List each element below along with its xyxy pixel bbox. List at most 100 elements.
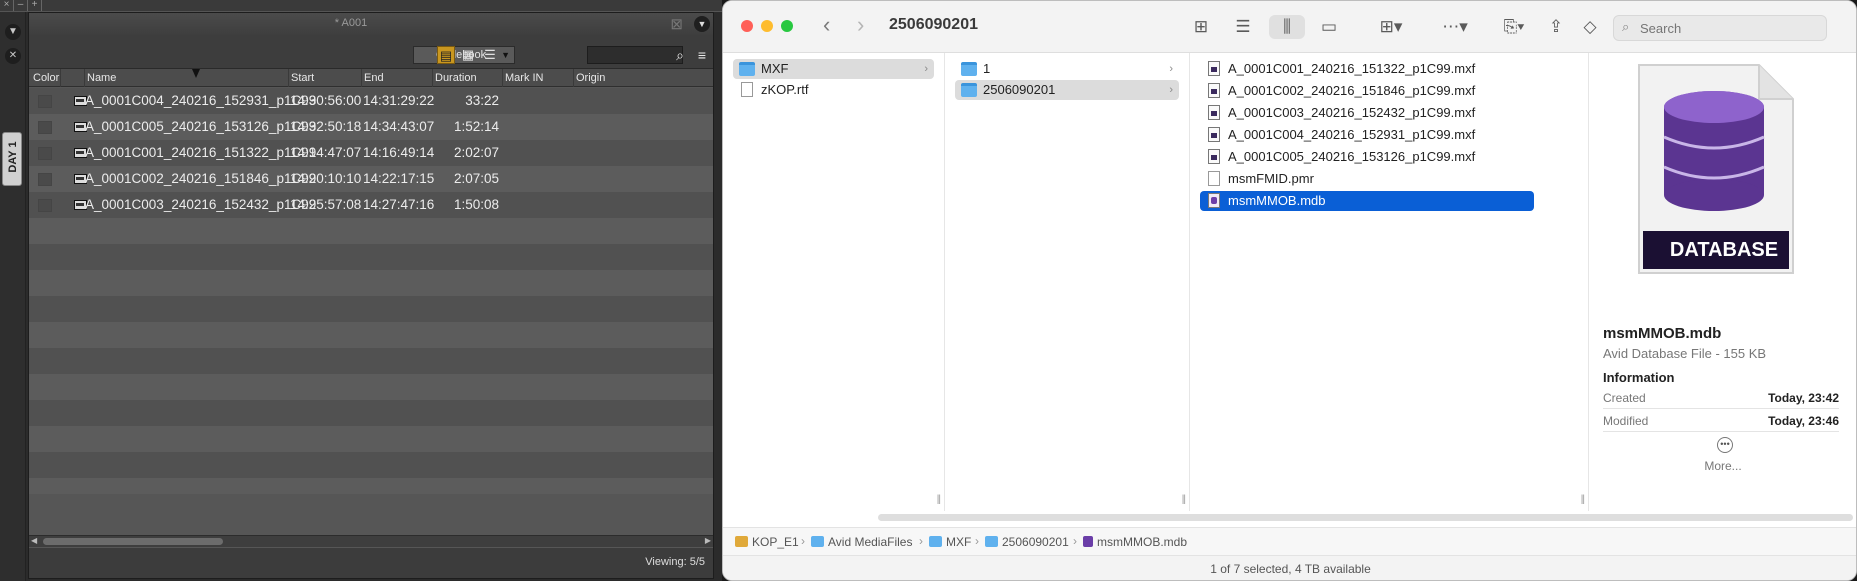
modified-row: Modified Today, 23:46 <box>1603 410 1839 432</box>
scroll-left-icon[interactable]: ◀ <box>31 536 37 545</box>
close-window-button[interactable] <box>741 20 753 32</box>
chevron-right-icon: › <box>801 534 805 548</box>
folder-icon <box>961 62 977 76</box>
tag-edit-icon[interactable]: ⎘▾ <box>1495 15 1533 39</box>
column-resize-handle[interactable]: || <box>937 494 941 505</box>
bin-title: * A001 <box>334 17 368 29</box>
color-swatch[interactable] <box>38 95 52 108</box>
color-swatch[interactable] <box>38 147 52 160</box>
item-label: A_0001C001_240216_151322_p1C99.mxf <box>1228 61 1476 76</box>
finder-column-3: A_0001C001_240216_151322_p1C99.mxf A_000… <box>1190 53 1589 511</box>
bin-menu-icon[interactable]: ▼ <box>694 16 710 32</box>
color-swatch[interactable] <box>38 121 52 134</box>
strip-minimize-icon[interactable]: – <box>14 0 28 11</box>
list-item-selected[interactable]: msmMMOB.mdb <box>1200 191 1534 211</box>
table-row[interactable]: A_0001C001_240216_151322_p1C99 14:14:47:… <box>29 140 713 166</box>
close-icon[interactable]: ✕ <box>5 48 21 64</box>
list-view-button[interactable]: ▤ <box>437 46 455 64</box>
share-icon[interactable]: ⇪ <box>1543 15 1569 39</box>
list-item-zkop[interactable]: zKOP.rtf <box>733 80 934 100</box>
bin-tab-day[interactable]: DAY 1 <box>2 132 22 186</box>
list-item[interactable]: A_0001C005_240216_153126_p1C99.mxf <box>1200 147 1560 167</box>
bin-search-input[interactable] <box>587 46 683 64</box>
column-header-end[interactable]: End <box>364 72 384 84</box>
list-item[interactable]: A_0001C002_240216_151846_p1C99.mxf <box>1200 81 1560 101</box>
screen: × – + ▼ ✕ DAY 1 * A001 ⊠ ▼ Codebook ▼ ▤ <box>0 0 1857 581</box>
zoom-window-button[interactable] <box>781 20 793 32</box>
clip-end: 14:22:17:15 <box>363 171 435 186</box>
search-icon: ⌕ <box>1622 19 1630 34</box>
strip-close-icon[interactable]: × <box>0 0 14 11</box>
item-label: 1 <box>983 61 991 76</box>
minimize-window-button[interactable] <box>761 20 773 32</box>
search-input[interactable] <box>1640 19 1820 37</box>
clip-start: 14:30:56:00 <box>290 93 362 108</box>
column-header-start[interactable]: Start <box>291 72 314 84</box>
forward-button[interactable]: › <box>857 12 864 38</box>
list-item[interactable]: A_0001C001_240216_151322_p1C99.mxf <box>1200 59 1560 79</box>
modified-value: Today, 23:46 <box>1768 414 1839 428</box>
strip-add-icon[interactable]: + <box>28 0 42 11</box>
dropdown-icon[interactable]: ▼ <box>5 24 21 40</box>
clip-start: 14:14:47:07 <box>290 145 362 160</box>
column-header-duration[interactable]: Duration <box>435 72 477 84</box>
preview-file-name: msmMMOB.mdb <box>1603 325 1722 342</box>
clip-start: 14:20:10:10 <box>290 171 362 186</box>
path-item-msmmmob[interactable]: msmMMOB.mdb <box>1083 535 1187 549</box>
clip-duration: 1:50:08 <box>453 197 499 212</box>
list-view-icon[interactable]: ☰ <box>1229 15 1257 39</box>
icon-view-icon[interactable]: ⊞ <box>1187 15 1215 39</box>
list-item-2506090201[interactable]: 2506090201 › <box>955 80 1179 100</box>
list-item-folder-1[interactable]: 1 › <box>955 59 1179 79</box>
list-item[interactable]: A_0001C003_240216_152432_p1C99.mxf <box>1200 103 1560 123</box>
column-header-color[interactable]: Color <box>33 72 59 84</box>
list-item-mxf[interactable]: MXF › <box>733 59 934 79</box>
tag-icon[interactable]: ◇ <box>1577 15 1603 39</box>
gallery-view-icon[interactable]: ▭ <box>1315 15 1343 39</box>
frame-view-button[interactable]: ▦ <box>459 46 477 64</box>
database-file-icon <box>1083 536 1093 547</box>
script-view-button[interactable]: ☰ <box>481 46 499 64</box>
mxf-file-icon <box>1208 149 1220 164</box>
path-item-mxf[interactable]: MXF <box>929 535 971 549</box>
path-item-avid-mediafiles[interactable]: Avid MediaFiles <box>811 535 912 549</box>
document-icon <box>741 82 753 97</box>
column-view-icon[interactable]: ⫼ <box>1269 15 1305 39</box>
more-icon[interactable]: ••• <box>1717 437 1733 453</box>
bin-clip-list: A_0001C004_240216_152931_p1C99 14:30:56:… <box>29 88 713 494</box>
list-item[interactable]: msmFMID.pmr <box>1200 169 1560 189</box>
clip-end: 14:31:29:22 <box>363 93 435 108</box>
clip-name: A_0001C004_240216_152931_p1C99 <box>85 93 317 108</box>
item-label: A_0001C003_240216_152432_p1C99.mxf <box>1228 105 1476 120</box>
column-header-origin[interactable]: Origin <box>576 72 605 84</box>
scrollbar-thumb[interactable] <box>43 538 223 545</box>
column-resize-handle[interactable]: || <box>1182 494 1186 505</box>
clip-name: A_0001C005_240216_153126_p1C99 <box>85 119 317 134</box>
column-header-name[interactable]: Name <box>87 72 116 84</box>
column-resize-handle[interactable]: || <box>1581 494 1585 505</box>
table-row[interactable]: A_0001C004_240216_152931_p1C99 14:30:56:… <box>29 88 713 114</box>
color-swatch[interactable] <box>38 173 52 186</box>
column-header-mark-in[interactable]: Mark IN <box>505 72 544 84</box>
path-item-2506090201[interactable]: 2506090201 <box>985 535 1069 549</box>
hamburger-menu-icon[interactable]: ≡ <box>693 46 711 64</box>
finder-horizontal-scrollbar[interactable] <box>878 514 1853 521</box>
scroll-right-icon[interactable]: ▶ <box>705 536 711 545</box>
color-swatch[interactable] <box>38 199 52 212</box>
bin-horizontal-scrollbar[interactable]: ◀ ▶ <box>29 535 713 547</box>
path-label: msmMMOB.mdb <box>1097 535 1187 549</box>
path-item-kop-e1[interactable]: KOP_E1 <box>735 535 799 549</box>
search-icon[interactable]: ⌕ <box>671 46 689 64</box>
table-row[interactable]: A_0001C003_240216_152432_p1C99 14:25:57:… <box>29 192 713 218</box>
table-row[interactable]: A_0001C005_240216_153126_p1C99 14:32:50:… <box>29 114 713 140</box>
bin-close-icon[interactable]: ⊠ <box>670 15 683 33</box>
back-button[interactable]: ‹ <box>823 12 830 38</box>
created-row: Created Today, 23:42 <box>1603 387 1839 409</box>
more-button[interactable]: More... <box>1589 459 1856 473</box>
action-icon[interactable]: ⋯▾ <box>1435 15 1475 39</box>
table-row[interactable]: A_0001C002_240216_151846_p1C99 14:20:10:… <box>29 166 713 192</box>
list-item[interactable]: A_0001C004_240216_152931_p1C99.mxf <box>1200 125 1560 145</box>
search-field[interactable]: ⌕ <box>1613 15 1827 41</box>
clip-name: A_0001C003_240216_152432_p1C99 <box>85 197 317 212</box>
group-icon[interactable]: ⊞▾ <box>1371 15 1411 39</box>
